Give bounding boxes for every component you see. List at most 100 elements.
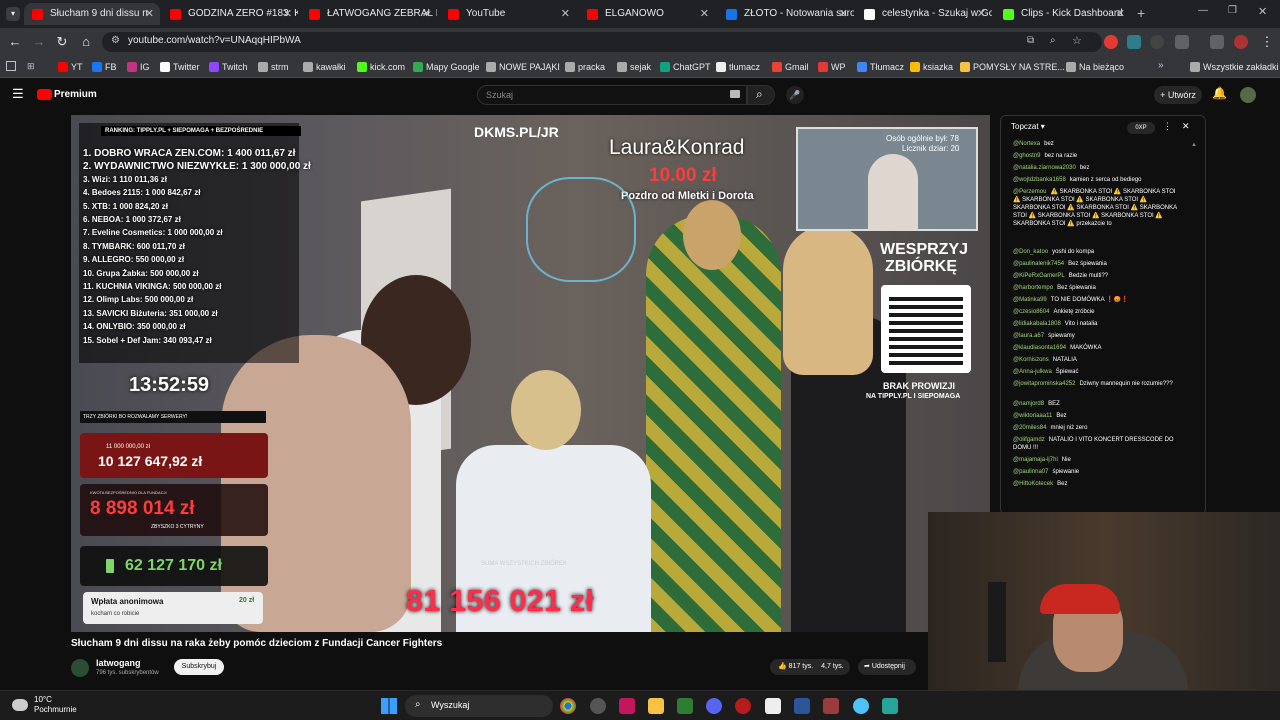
chat-username[interactable]: @paulinalenik7454 [1013, 261, 1064, 267]
bookmark-item[interactable]: POMYSŁY NA STRE... [960, 60, 1065, 74]
bookmark-item[interactable]: Tłumacz [857, 60, 904, 74]
channel-avatar[interactable] [71, 659, 89, 677]
share-button[interactable]: ➦ Udostępnij [858, 659, 916, 675]
bookmark-item[interactable]: pracka [565, 60, 605, 74]
points-badge[interactable]: 0XP [1127, 122, 1155, 134]
profile-avatar-icon[interactable] [1234, 35, 1248, 49]
app-icon[interactable] [765, 698, 781, 714]
bookmark-item[interactable]: NOWE PAJĄKI [486, 60, 560, 74]
apps-icon[interactable] [6, 61, 16, 71]
chat-username[interactable]: @Korniszons [1013, 357, 1049, 363]
bookmark-item[interactable]: sejak [617, 60, 651, 74]
hamburger-menu-icon[interactable]: ☰ [12, 86, 24, 102]
chat-close-icon[interactable]: ✕ [1182, 121, 1190, 132]
chat-username[interactable]: @namjord8 [1013, 401, 1044, 407]
chat-username[interactable]: @KiPeRxGamerPL [1013, 273, 1065, 279]
extensions-puzzle-icon[interactable] [1175, 35, 1189, 49]
bookmarks-overflow-icon[interactable]: » [1158, 60, 1164, 71]
chat-username[interactable]: @jowitaprominska4252 [1013, 381, 1075, 387]
tab-close-icon[interactable]: ✕ [977, 3, 986, 25]
browser-tab[interactable]: Słucham 9 dni dissu n ✕ [24, 3, 160, 25]
bookmark-item[interactable]: strm [258, 60, 289, 74]
browser-tab[interactable]: celestynka - Szukaj w Go ✕ [856, 3, 992, 25]
chat-menu-icon[interactable]: ⋮ [1163, 121, 1172, 132]
subscribe-button[interactable]: Subskrybuj [174, 659, 224, 675]
browser-tab[interactable]: ŁATWOGANG ZEBRAŁ PO✕ [301, 3, 437, 25]
youtube-logo[interactable] [37, 89, 52, 100]
app-icon[interactable] [590, 698, 606, 714]
close-window-icon[interactable]: ✕ [1258, 5, 1267, 18]
tab-close-icon[interactable]: ✕ [839, 3, 848, 25]
keyboard-icon[interactable] [730, 90, 740, 98]
chat-mode-dropdown[interactable]: Topczat ▾ [1011, 122, 1045, 131]
bookmark-item[interactable]: Wszystkie zakładki [1190, 60, 1279, 74]
zoom-icon[interactable]: ⌕ [1050, 35, 1056, 46]
chat-username[interactable]: @Matinka99 [1013, 297, 1047, 303]
forward-icon[interactable]: → [30, 33, 48, 51]
record-extension-icon[interactable] [1104, 35, 1118, 49]
tab-search-icon[interactable]: ▾ [6, 7, 20, 21]
voice-search-icon[interactable]: 🎤 [786, 86, 804, 104]
create-button[interactable]: + Utwórz [1154, 86, 1202, 104]
tab-close-icon[interactable]: ✕ [700, 3, 709, 25]
chat-username[interactable]: @natalia.ziarnowa2030 [1013, 165, 1076, 171]
app-icon[interactable] [853, 698, 869, 714]
reload-icon[interactable]: ↻ [53, 33, 71, 51]
bookmark-item[interactable]: Mapy Google [413, 60, 480, 74]
install-icon[interactable]: ⧉ [1027, 35, 1034, 46]
back-icon[interactable]: ← [6, 33, 24, 51]
extension-icon[interactable] [1150, 35, 1164, 49]
chrome-icon[interactable] [560, 698, 576, 714]
app-icon[interactable] [677, 698, 693, 714]
browser-tab[interactable]: ELGANOWO ✕ [579, 3, 715, 25]
bookmark-item[interactable]: WP [818, 60, 846, 74]
bookmark-item[interactable]: Twitter [160, 60, 200, 74]
chat-username[interactable]: @czesio8604 [1013, 309, 1049, 315]
tab-close-icon[interactable]: ✕ [1116, 3, 1125, 25]
bookmark-item[interactable]: tłumacz [716, 60, 760, 74]
site-info-icon[interactable]: ⚙ [111, 35, 120, 46]
menu-dots-icon[interactable]: ⋮ [1258, 33, 1276, 51]
chat-username[interactable]: @Nortexa [1013, 141, 1040, 147]
chat-username[interactable]: @ghostn9 [1013, 153, 1040, 159]
chat-username[interactable]: @paulinna07 [1013, 469, 1048, 475]
chat-username[interactable]: @harbortempo [1013, 285, 1053, 291]
bookmark-item[interactable]: FB [92, 60, 117, 74]
home-icon[interactable]: ⌂ [77, 33, 95, 51]
search-input[interactable]: Szukaj [477, 85, 747, 105]
word-icon[interactable] [794, 698, 810, 714]
weather-icon[interactable] [12, 699, 28, 711]
bookmark-item[interactable]: kawałki [303, 60, 346, 74]
bookmark-item[interactable]: Gmail [772, 60, 809, 74]
chat-username[interactable]: @wojtdzbanka1658 [1013, 177, 1066, 183]
chat-username[interactable]: @majamaja-lj7hl [1013, 457, 1058, 463]
bookmark-item[interactable]: YT [58, 60, 83, 74]
chat-username[interactable]: @lidiakabala1808 [1013, 321, 1061, 327]
weather-temp[interactable]: 10°C [34, 695, 52, 704]
chat-username[interactable]: @HittoKotecek [1013, 481, 1053, 487]
maximize-icon[interactable]: ❐ [1228, 5, 1237, 16]
youtube-premium-label[interactable]: Premium [54, 89, 97, 100]
chat-username[interactable]: @wiktoriaaa11 [1013, 413, 1052, 419]
extension-icon[interactable] [1127, 35, 1141, 49]
tab-close-icon[interactable]: ✕ [145, 3, 154, 25]
browser-tab[interactable]: GODZINA ZERO #183: KF ✕ [162, 3, 298, 25]
search-button[interactable]: ⌕ [747, 85, 775, 105]
address-bar[interactable]: ⚙ youtube.com/watch?v=UNAqqHIPbWA ⧉ ⌕ ☆ [102, 32, 1102, 52]
chat-username[interactable]: @klaudiasonta1694 [1013, 345, 1066, 351]
browser-tab[interactable]: Clips - Kick Dashboard ✕ [995, 3, 1131, 25]
bookmark-star-icon[interactable]: ☆ [1072, 34, 1082, 47]
tab-close-icon[interactable]: ✕ [283, 3, 292, 25]
bookmark-item[interactable]: ksiazka [910, 60, 953, 74]
grid-icon[interactable]: ⊞ [27, 61, 35, 72]
bookmark-item[interactable]: IG [127, 60, 150, 74]
discord-icon[interactable] [706, 698, 722, 714]
app-icon[interactable] [619, 698, 635, 714]
channel-avatar[interactable] [1240, 87, 1256, 103]
browser-tab[interactable]: ZŁOTO - Notowania suro ✕ [718, 3, 854, 25]
tab-close-icon[interactable]: ✕ [422, 3, 431, 25]
bookmark-item[interactable]: ChatGPT [660, 60, 711, 74]
tab-close-icon[interactable]: ✕ [561, 3, 570, 25]
new-tab-button[interactable]: + [1137, 5, 1145, 21]
bookmark-item[interactable]: Na bieżąco [1066, 60, 1124, 74]
